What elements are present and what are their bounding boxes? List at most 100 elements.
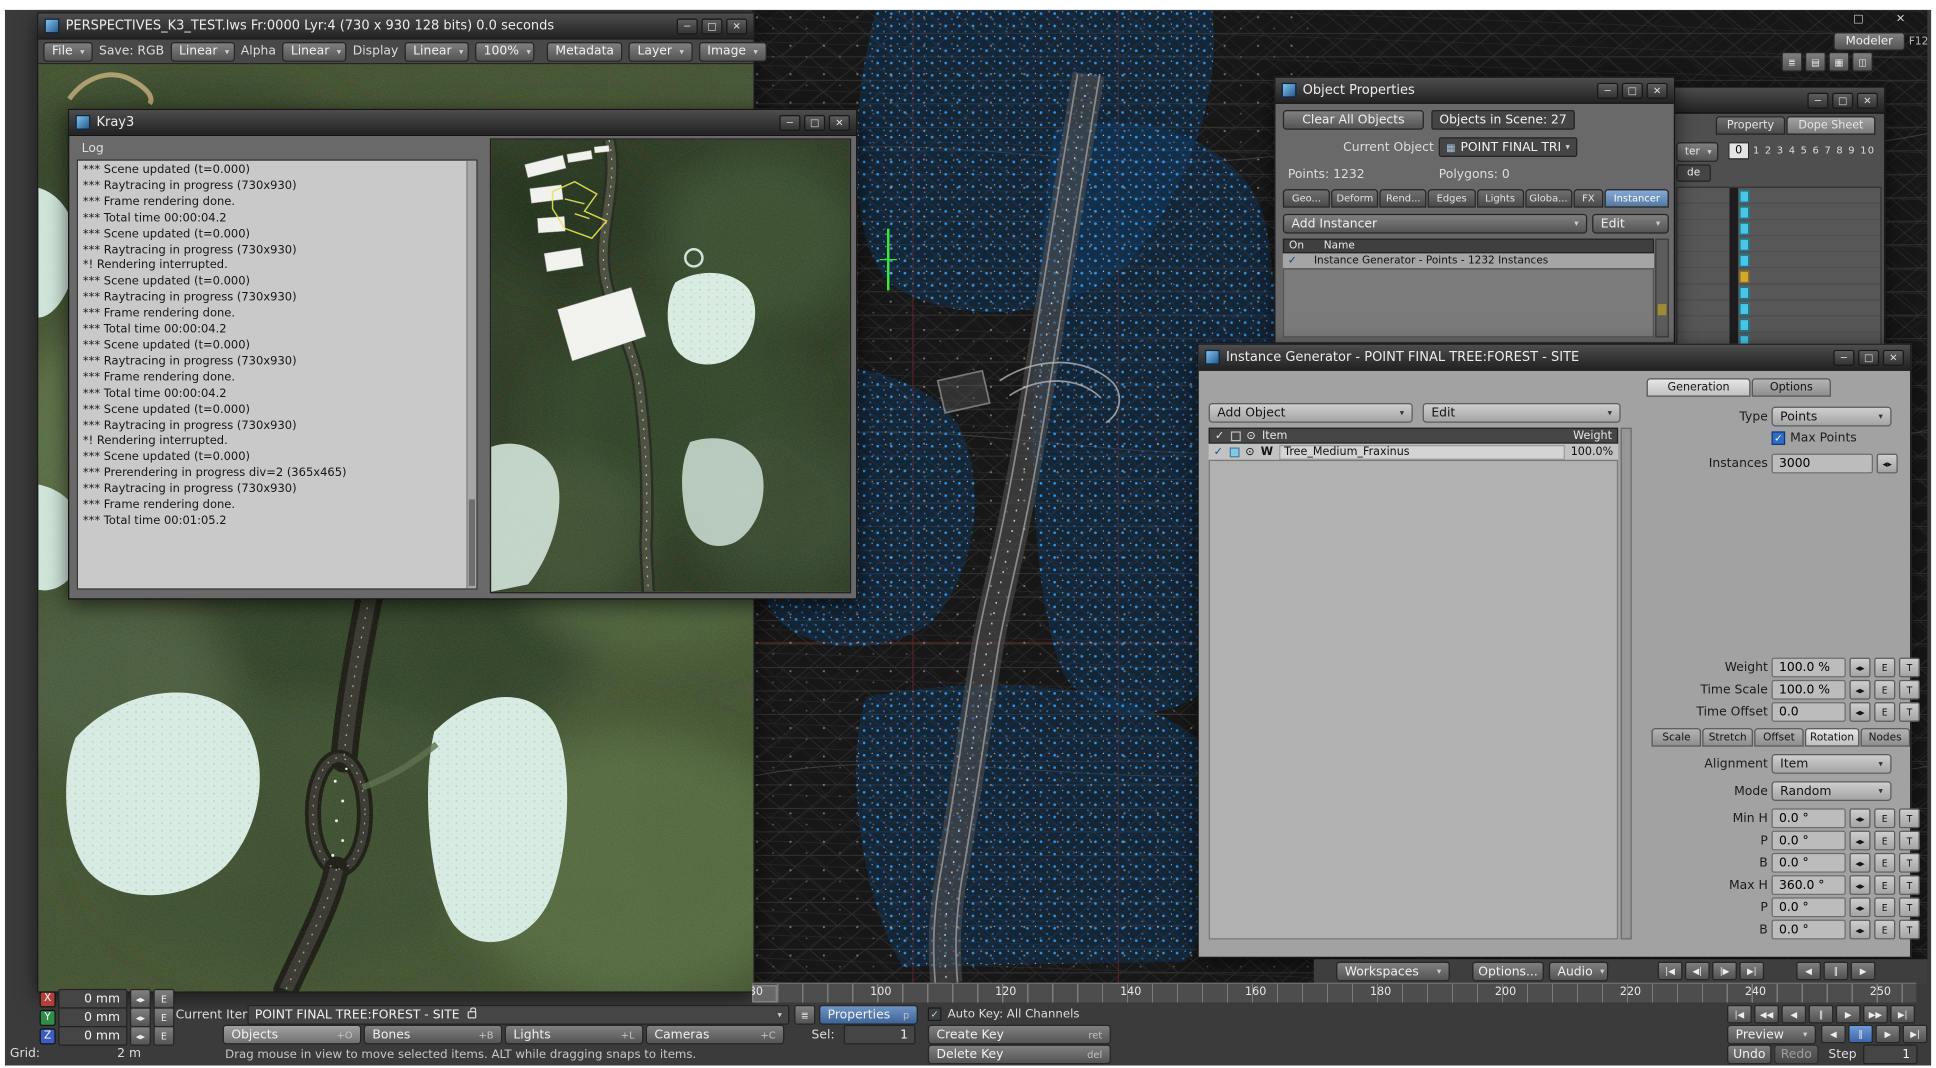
list-scrollbar[interactable] <box>1621 428 1632 940</box>
time-scale-envelope-button[interactable]: E <box>1874 680 1895 700</box>
time-scale-mini-slider[interactable]: ◂▸ <box>1849 680 1870 700</box>
lights-button[interactable]: Lights+L <box>505 1025 644 1045</box>
max-p-mini-slider[interactable]: ◂▸ <box>1849 897 1870 917</box>
weight-field[interactable]: 100.0 % <box>1772 658 1846 678</box>
kray-close-button[interactable]: ✕ <box>829 114 850 130</box>
z-envelope-button[interactable]: E <box>153 1026 174 1046</box>
keyframe-cell[interactable] <box>1739 206 1749 218</box>
maximize-button[interactable]: □ <box>701 18 722 34</box>
add-instancer-dropdown[interactable]: Add Instancer▾ <box>1283 214 1587 234</box>
min-h-texture-button[interactable]: T <box>1899 808 1920 828</box>
clear-all-objects-button[interactable]: Clear All Objects <box>1283 110 1424 130</box>
max-h-mini-slider[interactable]: ◂▸ <box>1849 875 1870 895</box>
max-points-checkbox[interactable]: ✓ <box>1772 431 1786 445</box>
tab-deform[interactable]: Deform <box>1331 189 1378 208</box>
object-list-row[interactable]: ✓ ⊙ W Tree_Medium_Fraxinus 100.0% <box>1209 444 1618 460</box>
delete-key-button[interactable]: Delete Keydel <box>928 1045 1111 1065</box>
tab-offset[interactable]: Offset <box>1754 728 1804 747</box>
op-maximize-button[interactable]: □ <box>1622 82 1643 98</box>
timeline-ruler[interactable]: 80 100 120 140 160 180 200 220 240 250 <box>752 983 1916 1003</box>
alpha-colorspace-dropdown[interactable]: Linear▾ <box>282 41 346 61</box>
workspaces-dropdown[interactable]: Workspaces▾ <box>1336 962 1450 982</box>
dope-minimize-button[interactable]: ─ <box>1807 92 1828 108</box>
auto-key-toggle[interactable]: ✓ Auto Key: All Channels <box>928 1007 1080 1021</box>
max-h-texture-button[interactable]: T <box>1899 875 1920 895</box>
play-button[interactable]: ▶ <box>1875 1025 1900 1044</box>
display-colorspace-dropdown[interactable]: Linear▾ <box>404 41 468 61</box>
create-key-button[interactable]: Create Keyret <box>928 1025 1111 1045</box>
tab-edges[interactable]: Edges <box>1428 189 1475 208</box>
y-mini-slider[interactable]: ◂▸ <box>130 1007 151 1027</box>
keyframe-cell[interactable] <box>1739 239 1749 251</box>
mode-dropdown[interactable]: Random▾ <box>1772 781 1892 801</box>
alignment-dropdown[interactable]: Item▾ <box>1772 754 1892 774</box>
weight-mini-slider[interactable]: ◂▸ <box>1849 658 1870 678</box>
cameras-button[interactable]: Cameras+C <box>646 1025 785 1045</box>
panels-view-icon[interactable]: ◫ <box>1852 52 1873 72</box>
layer-dropdown[interactable]: Layer▾ <box>629 41 693 61</box>
dope-de-partial[interactable]: de <box>1676 164 1711 181</box>
zoom-dropdown[interactable]: 100%▾ <box>475 41 534 61</box>
tab-lights[interactable]: Lights <box>1476 189 1523 208</box>
object-list-body[interactable] <box>1209 460 1618 940</box>
go-end-button[interactable]: ▶| <box>1903 1025 1928 1044</box>
file-menu[interactable]: File▾ <box>43 41 92 61</box>
max-b-mini-slider[interactable]: ◂▸ <box>1849 920 1870 940</box>
min-b-mini-slider[interactable]: ◂▸ <box>1849 853 1870 873</box>
pause-button[interactable]: ‖ <box>1823 962 1848 981</box>
max-p-texture-button[interactable]: T <box>1899 897 1920 917</box>
min-p-field[interactable]: 0.0 ° <box>1772 831 1846 851</box>
min-h-envelope-button[interactable]: E <box>1874 808 1895 828</box>
kray-titlebar[interactable]: Kray3 ─ □ ✕ <box>69 110 856 136</box>
max-h-field[interactable]: 360.0 ° <box>1772 875 1846 895</box>
window-restore-icon[interactable]: □ <box>1853 14 1864 26</box>
play-reverse-button[interactable]: ◀ <box>1821 1025 1846 1044</box>
audio-dropdown[interactable]: Audio▾ <box>1549 962 1608 982</box>
time-scale-field[interactable]: 100.0 % <box>1772 680 1846 700</box>
tab-scale[interactable]: Scale <box>1652 728 1702 747</box>
max-p-field[interactable]: 0.0 ° <box>1772 897 1846 917</box>
step-field[interactable]: 1 <box>1863 1045 1917 1065</box>
min-b-envelope-button[interactable]: E <box>1874 853 1895 873</box>
x-mini-slider[interactable]: ◂▸ <box>130 989 151 1009</box>
item-list-button[interactable]: ≣ <box>794 1005 815 1025</box>
dope-keyframe-grid[interactable] <box>1676 187 1881 350</box>
rows-view-icon[interactable]: ▤ <box>1805 52 1826 72</box>
objects-button[interactable]: Objects+O <box>223 1025 362 1045</box>
tab-generation[interactable]: Generation <box>1647 378 1751 397</box>
object-properties-titlebar[interactable]: Object Properties ─ □ ✕ <box>1275 78 1673 104</box>
kray-log-list[interactable]: *** Scene updated (t=0.000) *** Raytraci… <box>77 159 478 589</box>
kray-minimize-button[interactable]: ─ <box>779 114 800 130</box>
preview-dropdown[interactable]: Preview▾ <box>1727 1025 1816 1045</box>
go-start-button[interactable]: |◀ <box>1658 962 1683 981</box>
play-reverse-button[interactable]: ◀ <box>1781 1005 1806 1024</box>
z-position-field[interactable]: 0 mm <box>58 1026 127 1046</box>
item-color-swatch[interactable] <box>1229 447 1239 457</box>
instancer-list-row[interactable]: ✓ Instance Generator - Points - 1232 Ins… <box>1283 253 1654 268</box>
go-end-button[interactable]: ▶| <box>1739 962 1764 981</box>
min-p-envelope-button[interactable]: E <box>1874 831 1895 851</box>
dope-filter-dropdown-partial[interactable]: ter▾ <box>1676 142 1718 162</box>
tab-rotation[interactable]: Rotation <box>1805 728 1859 747</box>
next-frame-button[interactable]: |▶ <box>1712 962 1737 981</box>
time-scale-texture-button[interactable]: T <box>1899 680 1920 700</box>
tab-stretch[interactable]: Stretch <box>1703 728 1753 747</box>
ig-close-button[interactable]: ✕ <box>1883 349 1904 365</box>
current-object-dropdown[interactable]: ▦ POINT FINAL TREE:... ▾ <box>1439 137 1578 157</box>
tab-nodes[interactable]: Nodes <box>1860 728 1910 747</box>
current-item-dropdown[interactable]: POINT FINAL TREE:FOREST - SITE ▾ <box>247 1005 789 1025</box>
image-dropdown[interactable]: Image▾ <box>699 41 767 61</box>
weight-envelope-button[interactable]: E <box>1874 658 1895 678</box>
x-envelope-button[interactable]: E <box>153 989 174 1009</box>
keyframe-cell[interactable] <box>1739 255 1749 267</box>
pause-button[interactable]: ‖ <box>1809 1005 1834 1024</box>
instances-mini-slider[interactable]: ◂▸ <box>1877 454 1898 474</box>
time-offset-field[interactable]: 0.0 <box>1772 702 1846 722</box>
max-b-texture-button[interactable]: T <box>1899 920 1920 940</box>
time-offset-envelope-button[interactable]: E <box>1874 702 1895 722</box>
max-p-envelope-button[interactable]: E <box>1874 897 1895 917</box>
tab-global[interactable]: Globa... <box>1525 189 1572 208</box>
grid-view-icon[interactable]: ▦ <box>1828 52 1849 72</box>
keyframe-cell[interactable] <box>1739 287 1749 299</box>
instancer-list-body[interactable] <box>1283 268 1654 337</box>
